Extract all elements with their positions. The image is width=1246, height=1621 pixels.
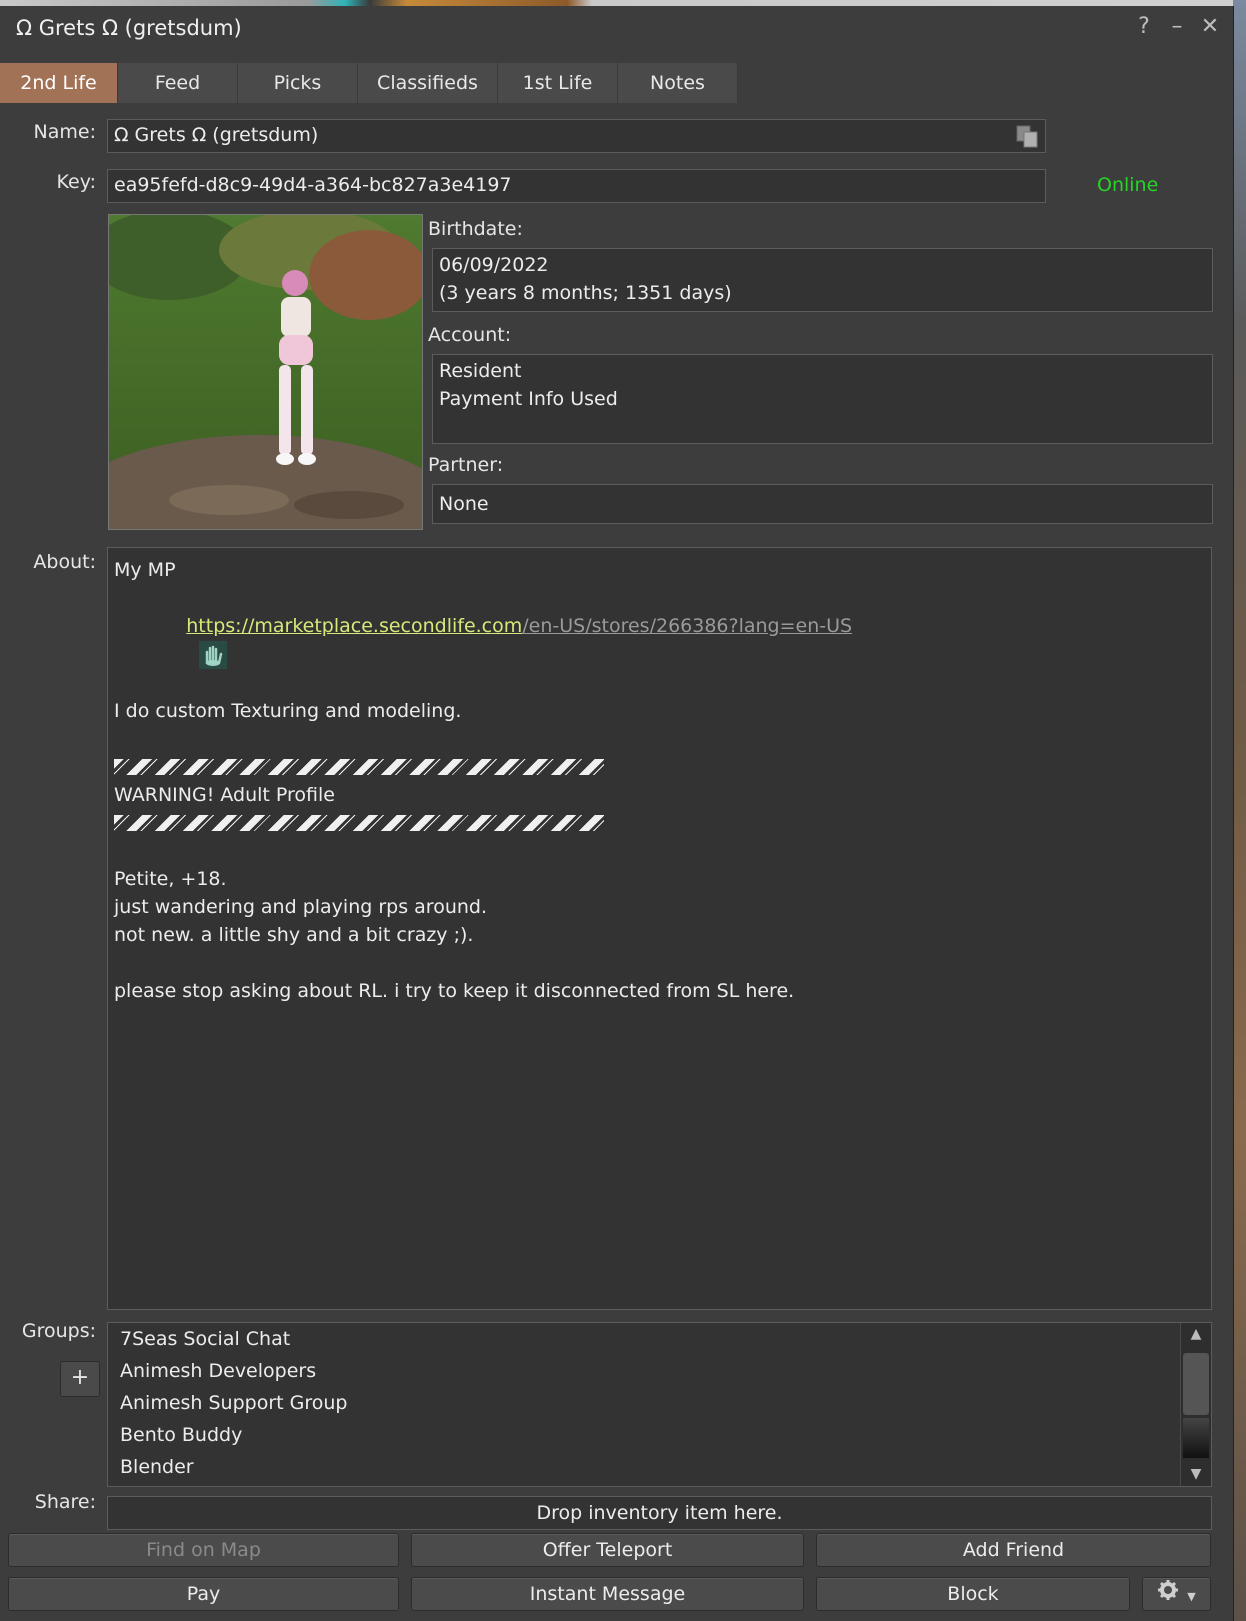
window-title: Ω Grets Ω (gretsdum) (16, 16, 242, 40)
group-item[interactable]: Animesh Developers (108, 1355, 1211, 1387)
tab-notes[interactable]: Notes (618, 63, 738, 103)
options-menu-button[interactable]: ▼ (1142, 1577, 1211, 1611)
group-item[interactable]: Blender (108, 1451, 1211, 1483)
birthdate-age: (3 years 8 months; 1351 days) (439, 282, 732, 304)
marketplace-link-path[interactable]: /en-US/stores/266386?lang=en-US (522, 615, 852, 637)
tab-picks[interactable]: Picks (238, 63, 358, 103)
title-bar[interactable]: Ω Grets Ω (gretsdum) ? – ✕ (0, 6, 1233, 52)
minimize-icon[interactable]: – (1165, 14, 1189, 40)
instant-message-button[interactable]: Instant Message (411, 1577, 804, 1611)
birthdate-date: 06/09/2022 (439, 254, 549, 276)
group-item[interactable]: Animesh Support Group (108, 1387, 1211, 1419)
add-friend-button[interactable]: Add Friend (816, 1533, 1211, 1567)
share-drop-target[interactable]: Drop inventory item here. (107, 1496, 1212, 1530)
about-line-wandering: just wandering and playing rps around. (114, 895, 488, 918)
groups-list[interactable]: 7Seas Social Chat Animesh Developers Ani… (107, 1322, 1212, 1487)
groups-label: Groups: (21, 1320, 96, 1342)
marketplace-link-domain[interactable]: https://marketplace.secondlife.com (186, 615, 522, 637)
tab-classifieds[interactable]: Classifieds (358, 63, 498, 103)
warning-stripes-bottom (114, 814, 604, 831)
add-group-button[interactable]: + (60, 1361, 100, 1397)
about-link-row: https://marketplace.secondlife.com/en-US… (114, 584, 1205, 669)
key-field[interactable]: ea95fefd-d8c9-49d4-a364-bc827a3e4197 (107, 169, 1046, 203)
offer-teleport-button[interactable]: Offer Teleport (411, 1533, 804, 1567)
scroll-track (1183, 1418, 1209, 1458)
about-line-shy: not new. a little shy and a bit crazy ;)… (114, 923, 474, 946)
pay-button[interactable]: Pay (8, 1577, 399, 1611)
account-field: Resident Payment Info Used (432, 354, 1213, 444)
profile-window: Ω Grets Ω (gretsdum) ? – ✕ 2nd Life Feed… (0, 6, 1234, 1621)
about-line-petite: Petite, +18. (114, 867, 227, 890)
close-icon[interactable]: ✕ (1198, 14, 1222, 40)
name-value: Ω Grets Ω (gretsdum) (114, 124, 319, 146)
block-button[interactable]: Block (816, 1577, 1130, 1611)
about-text-box[interactable]: My MP https://marketplace.secondlife.com… (107, 547, 1212, 1310)
help-icon[interactable]: ? (1132, 14, 1156, 40)
birthdate-field: 06/09/2022 (3 years 8 months; 1351 days) (432, 248, 1213, 312)
profile-photo[interactable] (108, 214, 423, 530)
find-on-map-button[interactable]: Find on Map (8, 1533, 399, 1567)
key-label: Key: (56, 171, 96, 193)
groups-scrollbar[interactable]: ▲ ▼ (1180, 1323, 1211, 1486)
about-line-texturing: I do custom Texturing and modeling. (114, 699, 462, 722)
about-warning: WARNING! Adult Profile (114, 783, 335, 806)
partner-label: Partner: (428, 454, 504, 476)
about-label: About: (33, 551, 96, 573)
account-type: Resident (439, 360, 522, 382)
group-item[interactable]: 7Seas Social Chat (108, 1323, 1211, 1355)
tab-2nd-life[interactable]: 2nd Life (0, 63, 118, 103)
share-label: Share: (34, 1491, 96, 1513)
background-scene-right (1233, 0, 1246, 1621)
group-item[interactable]: Bento Buddy (108, 1419, 1211, 1451)
warning-stripes-top (114, 758, 604, 775)
tab-feed[interactable]: Feed (118, 63, 238, 103)
chevron-down-icon: ▼ (1187, 1590, 1196, 1603)
tab-1st-life[interactable]: 1st Life (498, 63, 618, 103)
about-blank (114, 725, 1205, 753)
gear-icon (1157, 1579, 1179, 1611)
partner-field: None (432, 484, 1213, 524)
scroll-down-icon[interactable]: ▼ (1181, 1463, 1211, 1485)
about-line-mp: My MP (114, 559, 176, 581)
account-payment: Payment Info Used (439, 388, 618, 410)
scroll-up-icon[interactable]: ▲ (1181, 1323, 1211, 1345)
account-label: Account: (428, 324, 512, 346)
online-status: Online (1097, 174, 1159, 196)
about-blank (114, 837, 1205, 865)
about-blank (114, 949, 1205, 977)
name-field[interactable]: Ω Grets Ω (gretsdum) (107, 119, 1046, 153)
scroll-thumb[interactable] (1183, 1353, 1209, 1415)
marketplace-icon (150, 613, 227, 669)
about-blank (114, 669, 1205, 697)
birthdate-label: Birthdate: (428, 218, 523, 240)
name-label: Name: (33, 121, 96, 143)
about-line-rl: please stop asking about RL. i try to ke… (114, 979, 795, 1002)
copy-icon[interactable] (1015, 124, 1039, 148)
